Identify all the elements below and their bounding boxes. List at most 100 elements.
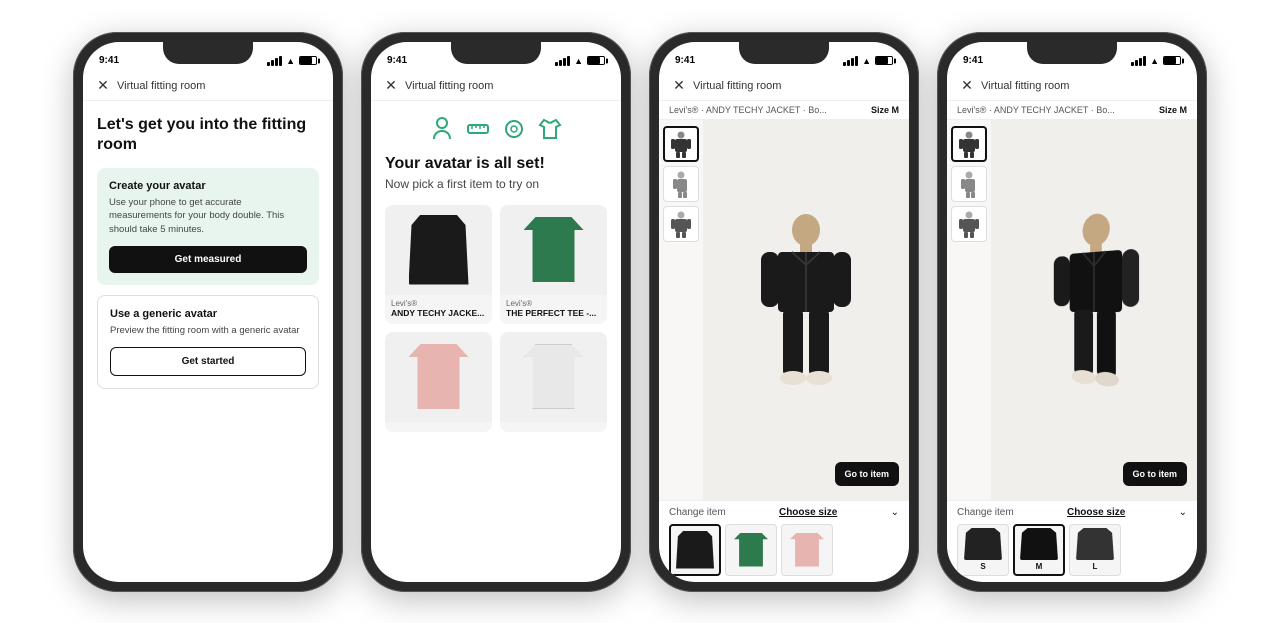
item-thumb-l-jacket[interactable]: L [1069, 524, 1121, 576]
wifi-icon-4: ▲ [1150, 56, 1159, 66]
card2-desc: Preview the fitting room with a generic … [110, 324, 306, 337]
product-card-3[interactable] [385, 332, 492, 432]
battery-2 [587, 56, 605, 65]
product-name-3: Levi's® · ANDY TECHY JACKET · Bo... [669, 105, 863, 115]
notch-2 [451, 42, 541, 64]
item-thumb-s-jacket[interactable]: S [957, 524, 1009, 576]
avatar-main-4: Go to item [991, 120, 1197, 500]
thumb-front-3[interactable] [663, 126, 699, 162]
avatar-icons [385, 115, 607, 143]
product-img-3 [385, 332, 492, 422]
nav-title-3: Virtual fitting room [693, 80, 781, 92]
screen-2: Your avatar is all set! Now pick a first… [371, 101, 621, 582]
create-avatar-card: Create your avatar Use your phone to get… [97, 168, 319, 285]
get-started-button[interactable]: Get started [110, 347, 306, 376]
wifi-icon-2: ▲ [574, 56, 583, 66]
avatar-3d-figure-3 [756, 210, 856, 410]
choose-size-label-3[interactable]: Choose size [779, 507, 837, 518]
product-info-1: Levi's® ANDY TECHY JACKE... [385, 295, 492, 324]
front-view-icon [670, 130, 692, 158]
time-3: 9:41 [675, 55, 695, 66]
avatar-view-4: Go to item [947, 120, 1197, 500]
choose-size-label-4[interactable]: Choose size [1067, 507, 1125, 518]
item-thumb-jacket-3[interactable] [669, 524, 721, 576]
bottom-row1-3: Change item Choose size ⌄ [669, 507, 899, 518]
name-2: THE PERFECT TEE -... [506, 308, 601, 318]
size-m-label: M [1036, 562, 1043, 571]
signal-4 [1131, 56, 1146, 66]
product-img-4 [500, 332, 607, 422]
side-view-icon [670, 170, 692, 198]
avatar-thumbs-3 [659, 120, 703, 500]
thumb-back-4[interactable] [951, 206, 987, 242]
battery-1 [299, 56, 317, 65]
thumb-side-3[interactable] [663, 166, 699, 202]
item-thumbs-3 [669, 524, 899, 576]
product-info-4 [500, 422, 607, 432]
screen-1: Let's get you into the fitting room Crea… [83, 101, 333, 582]
item-thumb-m-jacket[interactable]: M [1013, 524, 1065, 576]
close-button-2[interactable]: ✕ [383, 78, 399, 94]
avatar-ready-subheading: Now pick a first item to try on [385, 177, 607, 191]
wifi-icon-3: ▲ [862, 56, 871, 66]
size-l-label: L [1093, 562, 1098, 571]
thumb-back-3[interactable] [663, 206, 699, 242]
goto-item-button-3[interactable]: Go to item [835, 462, 900, 486]
product-img-1 [385, 205, 492, 295]
time-1: 9:41 [99, 55, 119, 66]
front-view-icon-4 [958, 130, 980, 158]
avatar-main-3: Go to item [703, 120, 909, 500]
product-card-1[interactable]: Levi's® ANDY TECHY JACKE... [385, 205, 492, 324]
get-measured-button[interactable]: Get measured [109, 246, 307, 273]
signal-3 [843, 56, 858, 66]
main-heading-1: Let's get you into the fitting room [97, 115, 319, 157]
phone-4: 9:41 ▲ ✕ Virtual fitting room [937, 32, 1207, 592]
battery-4 [1163, 56, 1181, 65]
card2-title: Use a generic avatar [110, 308, 306, 320]
signal-2 [555, 56, 570, 66]
chevron-down-icon-3[interactable]: ⌄ [891, 507, 899, 518]
thumb-front-4[interactable] [951, 126, 987, 162]
product-size-3: Size M [871, 105, 899, 115]
product-card-2[interactable]: Levi's® THE PERFECT TEE -... [500, 205, 607, 324]
wifi-icon-1: ▲ [286, 56, 295, 66]
phone-3: 9:41 ▲ ✕ Virtual fitting room [649, 32, 919, 592]
avatar-view-3: Go to item [659, 120, 909, 500]
nav-title-1: Virtual fitting room [117, 80, 205, 92]
product-card-4[interactable] [500, 332, 607, 432]
product-info-2: Levi's® THE PERFECT TEE -... [500, 295, 607, 324]
change-item-label-3: Change item [669, 507, 726, 518]
product-name-4: Levi's® · ANDY TECHY JACKET · Bo... [957, 105, 1151, 115]
tape-icon [500, 115, 528, 143]
notch-3 [739, 42, 829, 64]
back-view-icon-4 [958, 210, 980, 238]
nav-bar-4: ✕ Virtual fitting room [947, 72, 1197, 101]
shirt-icon [536, 115, 564, 143]
bottom-row1-4: Change item Choose size ⌄ [957, 507, 1187, 518]
bottom-bar-3: Change item Choose size ⌄ [659, 500, 909, 582]
close-button-3[interactable]: ✕ [671, 78, 687, 94]
close-button-4[interactable]: ✕ [959, 78, 975, 94]
page: 9:41 ▲ ✕ Virtual fitting room [0, 0, 1280, 623]
card1-desc: Use your phone to get accurate measureme… [109, 196, 307, 236]
thumb-side-4[interactable] [951, 166, 987, 202]
item-thumb-tshirt-3[interactable] [725, 524, 777, 576]
goto-item-button-4[interactable]: Go to item [1123, 462, 1188, 486]
chevron-down-icon-4[interactable]: ⌄ [1179, 507, 1187, 518]
time-2: 9:41 [387, 55, 407, 66]
avatar-thumbs-4 [947, 120, 991, 500]
product-bar-4: Levi's® · ANDY TECHY JACKET · Bo... Size… [947, 101, 1197, 120]
item-thumb-sweater-3[interactable] [781, 524, 833, 576]
avatar-ready-heading: Your avatar is all set! [385, 155, 607, 173]
item-size-thumbs-4: S M L [957, 524, 1187, 576]
nav-bar-3: ✕ Virtual fitting room [659, 72, 909, 101]
card1-title: Create your avatar [109, 180, 307, 192]
battery-3 [875, 56, 893, 65]
notch-4 [1027, 42, 1117, 64]
back-view-icon [670, 210, 692, 238]
close-button-1[interactable]: ✕ [95, 78, 111, 94]
brand-2: Levi's® [506, 299, 601, 308]
product-info-3 [385, 422, 492, 432]
signal-1 [267, 56, 282, 66]
nav-bar-1: ✕ Virtual fitting room [83, 72, 333, 101]
